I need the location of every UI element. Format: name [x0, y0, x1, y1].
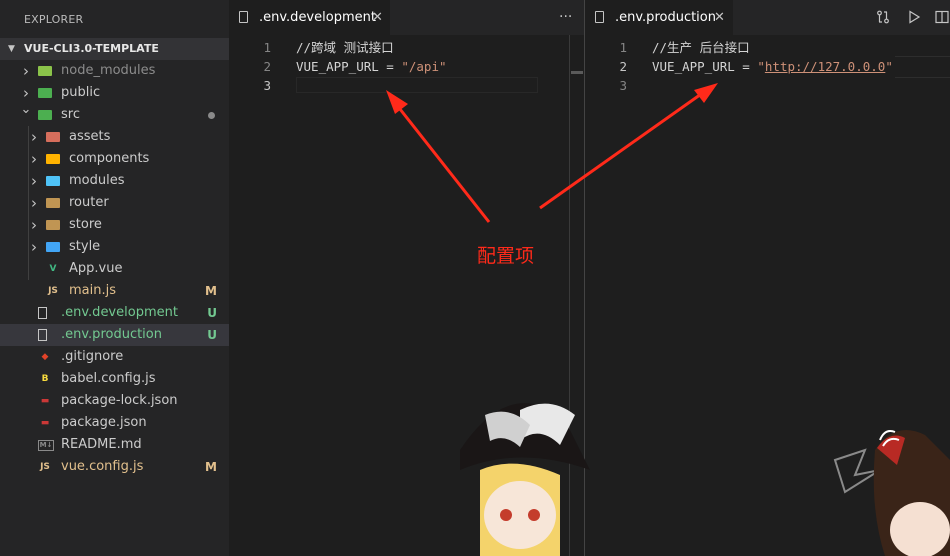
arrow-to-right-editor [539, 83, 718, 210]
annotation-label: 配置项 [477, 245, 535, 267]
arrow-to-left-editor [386, 90, 491, 223]
character-illustration-left [460, 403, 590, 556]
character-illustration-right [833, 430, 950, 556]
